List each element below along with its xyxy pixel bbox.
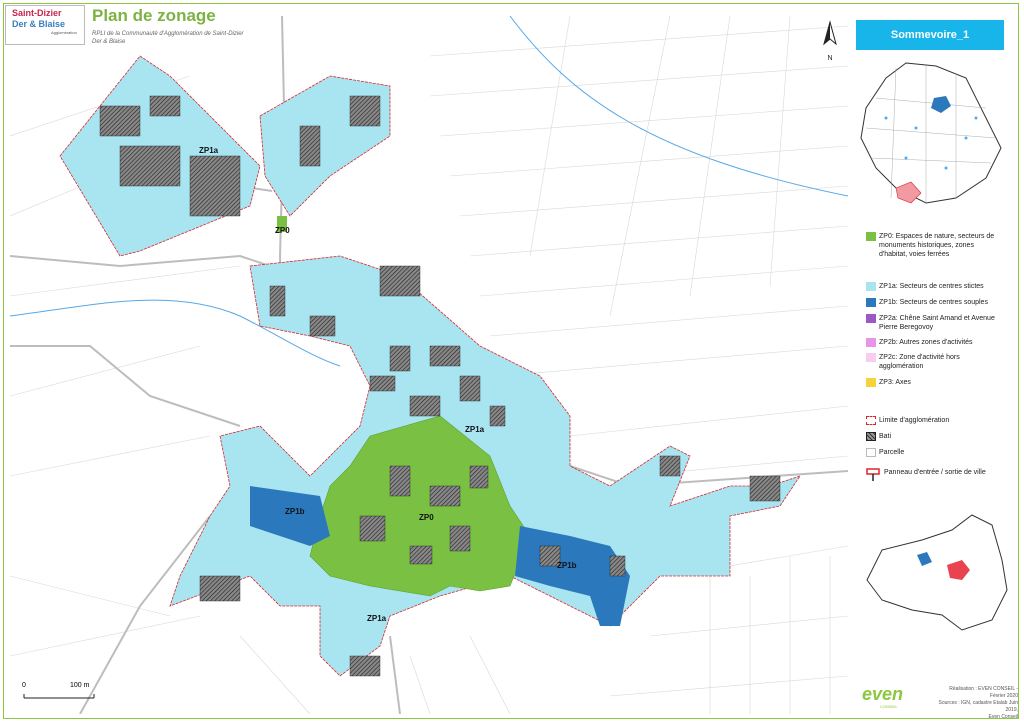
logo: Saint-Dizier Der & Blaise Agglomération: [5, 5, 85, 45]
legend-label-zp2c: ZP2c: Zone d'activité hors agglomération: [879, 354, 960, 370]
credits-line-2: Sources : IGN, cadastre Etalab Juin 2019…: [938, 700, 1018, 713]
legend-label-zp1a: ZP1a: Secteurs de centres stictes: [879, 283, 984, 290]
label-zp1a-south: ZP1a: [367, 614, 387, 623]
label-zp1a-north: ZP1a: [199, 146, 219, 155]
north-arrow-icon: N: [820, 20, 840, 62]
legend-label-limite: Limite d'agglomération: [879, 417, 950, 424]
logo-text-1: Saint-Dizier: [12, 8, 62, 18]
label-zp1b-east: ZP1b: [557, 561, 577, 570]
scale-start: 0: [22, 682, 26, 689]
legend-label-parcelle: Parcelle: [879, 449, 905, 456]
legend-label-zp2a: ZP2a: Chêne Saint Amand et Avenue Pierre…: [879, 315, 995, 331]
legend-label-panneau: Panneau d'entrée / sortie de ville: [884, 469, 986, 476]
label-zp1b-west: ZP1b: [285, 507, 305, 516]
north-label: N: [827, 55, 833, 62]
credits-line-3: Even Conseil: [988, 714, 1018, 720]
logo-text-2: Der & Blaise: [12, 19, 66, 29]
credits: Réalisation : EVEN CONSEIL - Février 202…: [934, 686, 1018, 721]
department-inset-map: [860, 62, 1002, 204]
page-subtitle: RPLI de la Communauté d'Agglomération de…: [92, 31, 244, 45]
legend-label-bati: Bati: [879, 433, 892, 440]
scale-bar: 0 100 m: [20, 682, 110, 711]
legend-label-zp0: ZP0: Espaces de nature, secteurs de monu…: [879, 233, 995, 258]
legend-label-zp3: ZP3: Axes: [879, 379, 911, 386]
page-title: Plan de zonage: [92, 6, 216, 25]
credits-line-1: Réalisation : EVEN CONSEIL - Février 202…: [949, 686, 1018, 699]
commune-name-box: Sommevoire_1: [856, 20, 1004, 50]
legend-label-zp1b: ZP1b: Secteurs de centres souples: [879, 299, 988, 306]
label-zp0-center: ZP0: [419, 513, 434, 522]
zoning-map: [10, 16, 848, 714]
sign-icon: [866, 468, 880, 481]
brand-sub: CONSEIL: [880, 704, 898, 709]
label-zp1a-center: ZP1a: [465, 425, 485, 434]
brand-logo: even: [862, 684, 904, 704]
commune-name: Sommevoire_1: [890, 29, 970, 41]
label-zp0-north: ZP0: [275, 226, 290, 235]
commune-locator-inset: [866, 514, 1008, 631]
scale-end: 100 m: [70, 682, 90, 689]
legend-label-zp2b: ZP2b: Autres zones d'activités: [879, 339, 973, 346]
logo-text-3: Agglomération: [51, 30, 77, 35]
